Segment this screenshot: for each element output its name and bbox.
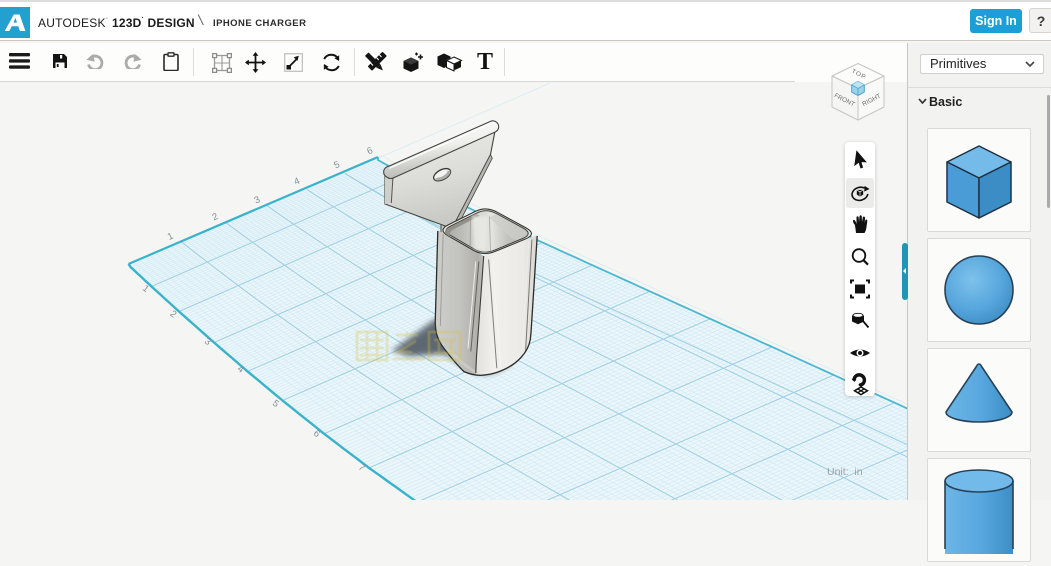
svg-text:1: 1 xyxy=(166,231,175,243)
svg-text:6: 6 xyxy=(365,145,374,157)
svg-text:3: 3 xyxy=(202,336,213,348)
svg-text:4: 4 xyxy=(292,176,301,188)
svg-text:5: 5 xyxy=(332,159,341,171)
svg-text:5: 5 xyxy=(270,398,281,410)
svg-text:3: 3 xyxy=(253,194,262,206)
svg-text:2: 2 xyxy=(168,309,179,321)
svg-text:6: 6 xyxy=(311,428,322,440)
svg-text:2: 2 xyxy=(211,211,220,223)
svg-text:1: 1 xyxy=(140,283,151,295)
svg-text:7: 7 xyxy=(356,462,367,474)
